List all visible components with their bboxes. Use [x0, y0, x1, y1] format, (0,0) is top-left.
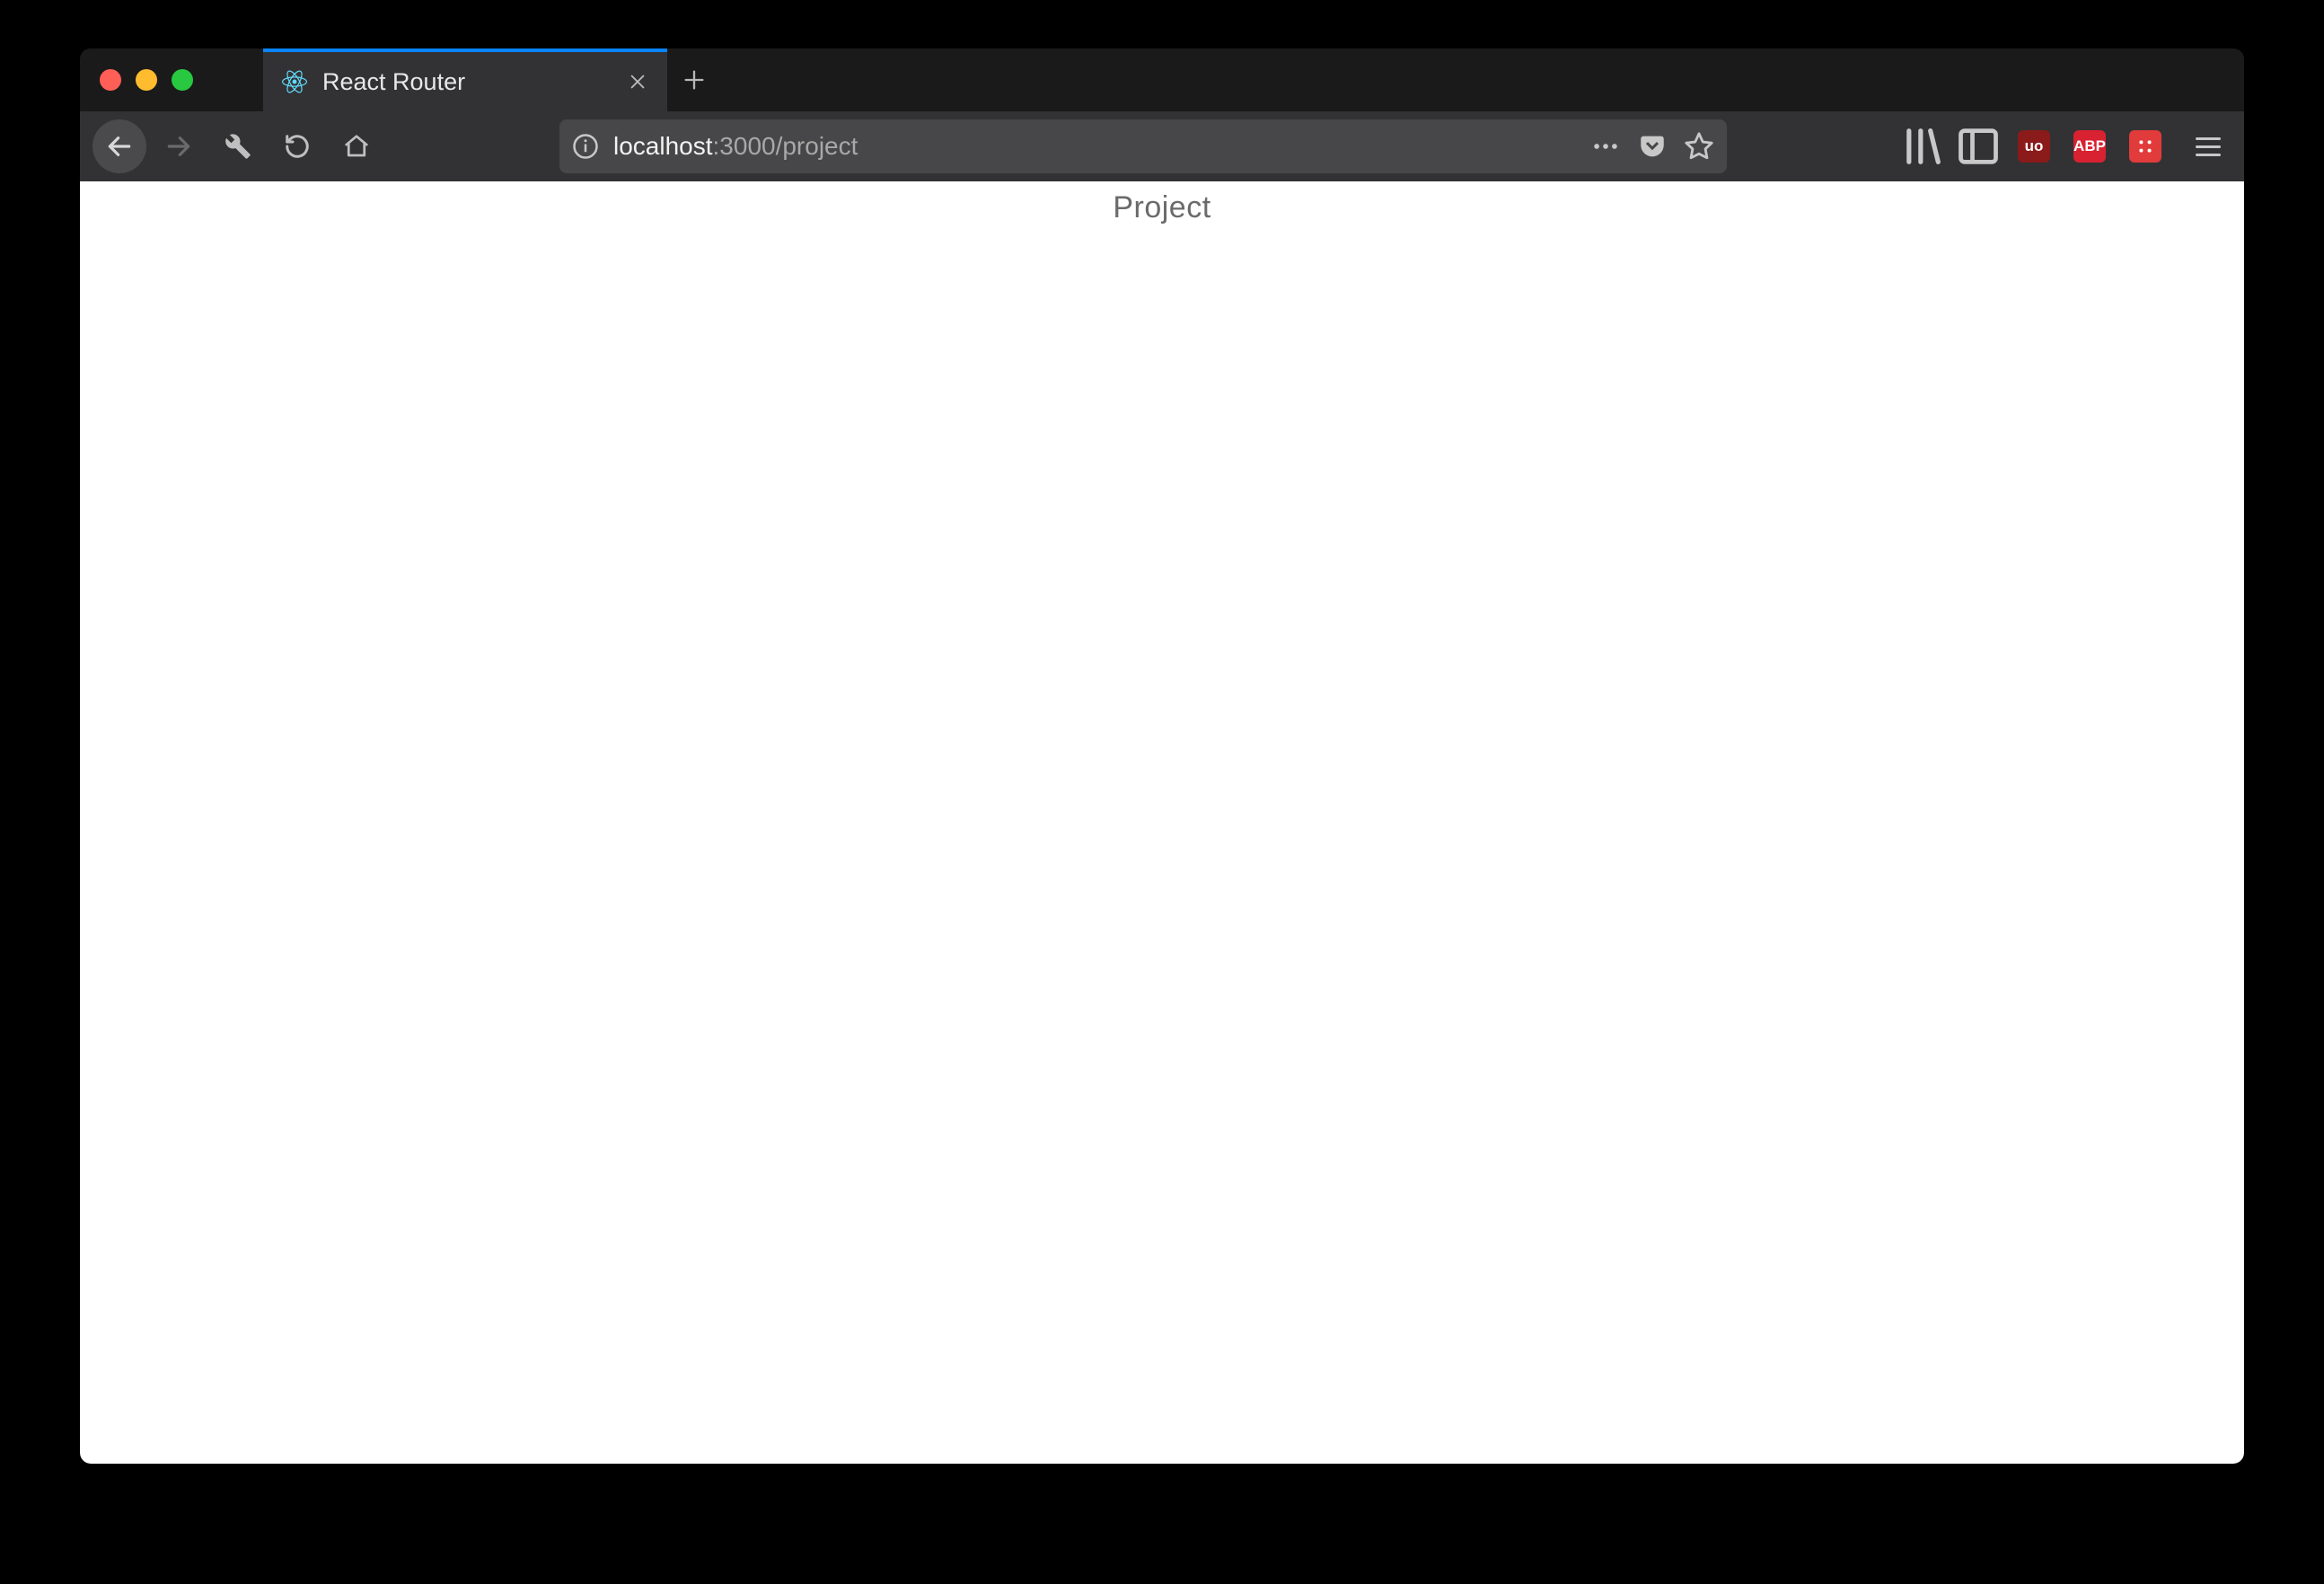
page-viewport: Project [80, 181, 2244, 1464]
app-menu-button[interactable] [2185, 123, 2232, 170]
window-minimize-button[interactable] [136, 69, 157, 91]
extension-ublock-icon[interactable]: uo [2011, 123, 2057, 170]
sidebar-toggle-icon[interactable] [1955, 123, 2002, 170]
pocket-icon[interactable] [1637, 131, 1668, 162]
site-info-icon[interactable] [572, 133, 599, 160]
browser-tab-active[interactable]: React Router [263, 48, 667, 111]
navigation-toolbar: localhost:3000/project uo [80, 111, 2244, 181]
developer-tools-button[interactable] [211, 119, 265, 173]
home-button[interactable] [330, 119, 383, 173]
extension-abp-icon[interactable]: ABP [2066, 123, 2113, 170]
new-tab-button[interactable] [667, 48, 721, 111]
window-zoom-button[interactable] [172, 69, 193, 91]
address-bar-actions [1590, 131, 1714, 162]
back-button[interactable] [92, 119, 146, 173]
url-rest: :3000/project [713, 132, 858, 160]
toolbar-right: uo ABP [1899, 123, 2232, 170]
window-controls [100, 69, 193, 91]
library-icon[interactable] [1899, 123, 1946, 170]
window-close-button[interactable] [100, 69, 121, 91]
tab-strip: React Router [80, 48, 2244, 111]
url-host: localhost [613, 132, 713, 160]
page-actions-icon[interactable] [1590, 131, 1621, 162]
address-bar[interactable]: localhost:3000/project [559, 119, 1727, 173]
url-text: localhost:3000/project [613, 132, 1576, 161]
react-icon [281, 68, 308, 95]
tab-close-button[interactable] [624, 68, 651, 95]
extension-dice-icon[interactable] [2122, 123, 2169, 170]
reload-button[interactable] [270, 119, 324, 173]
tab-title: React Router [322, 68, 610, 96]
page-heading: Project [80, 181, 2244, 225]
browser-window: React Router localhost:3000/ [80, 48, 2244, 1464]
bookmark-star-icon[interactable] [1684, 131, 1714, 162]
forward-button[interactable] [152, 119, 206, 173]
